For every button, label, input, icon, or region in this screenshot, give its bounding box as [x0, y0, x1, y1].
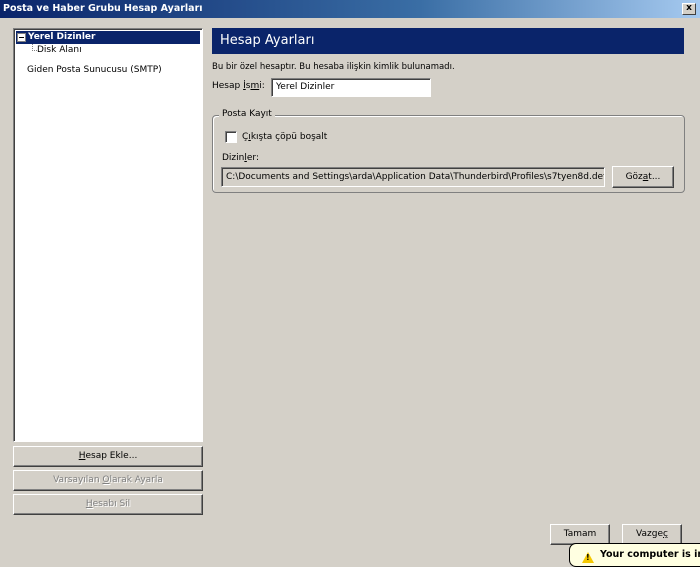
tree-item-label: Disk Alanı — [37, 45, 82, 55]
label-part: kışta çöpü boşalt — [250, 132, 328, 142]
label-part: i: — [259, 81, 265, 91]
label-part: Dizin — [222, 153, 245, 163]
label-part: Hesap — [212, 81, 244, 91]
button-label-part: Göz — [625, 172, 643, 182]
account-tree: Yerel Dizinler Disk Alanı Giden Posta Su… — [13, 28, 203, 442]
button-label-part: t... — [648, 172, 661, 182]
browse-button[interactable]: Gözat... — [612, 166, 674, 188]
info-text: Bu bir özel hesaptır. Bu hesaba ilişkin … — [212, 62, 455, 72]
empty-trash-checkbox[interactable] — [225, 131, 237, 143]
delete-account-button[interactable]: Hesabı Sil — [13, 494, 203, 515]
set-default-button[interactable]: Varsayılan Olarak Ayarla — [13, 470, 203, 491]
button-label-part: Vazge — [636, 529, 663, 539]
cancel-button[interactable]: Vazgeç — [622, 524, 682, 545]
tree-item-disk-space[interactable]: Disk Alanı — [37, 44, 82, 57]
ok-button[interactable]: Tamam — [550, 524, 610, 545]
tree-item-local-folders[interactable]: Yerel Dizinler — [16, 31, 200, 44]
add-account-button[interactable]: Hesap Ekle... — [13, 446, 203, 467]
collapse-icon[interactable] — [17, 33, 26, 42]
group-title: Posta Kayıt — [219, 109, 275, 119]
tree-item-smtp[interactable]: Giden Posta Sunucusu (SMTP) — [27, 64, 162, 77]
tree-item-label: Giden Posta Sunucusu (SMTP) — [27, 65, 162, 75]
account-name-input[interactable]: Yerel Dizinler — [271, 78, 431, 97]
page-title: Hesap Ayarları — [212, 28, 684, 54]
title-bar: Posta ve Haber Grubu Hesap Ayarları x — [0, 0, 700, 18]
folder-label: Dizinler: — [222, 153, 259, 163]
button-label-part: Varsayılan — [53, 475, 103, 485]
button-label-part: esabı Sil — [92, 499, 131, 509]
window-title: Posta ve Haber Grubu Hesap Ayarları — [3, 3, 203, 14]
empty-trash-label[interactable]: Çıkışta çöpü boşalt — [242, 132, 327, 142]
folder-path-field[interactable]: C:\Documents and Settings\arda\Applicati… — [221, 167, 605, 187]
account-name-label: Hesap İsmi: — [212, 81, 265, 91]
button-label-accesskey: ç — [663, 529, 668, 539]
button-label-part: esap Ekle... — [85, 451, 138, 461]
close-button[interactable]: x — [682, 3, 696, 15]
button-label-accesskey: H — [85, 499, 93, 509]
account-settings-window: Posta ve Haber Grubu Hesap Ayarları x Ye… — [0, 0, 700, 567]
tree-item-label: Yerel Dizinler — [28, 32, 96, 42]
balloon-text: Your computer is in — [600, 549, 700, 560]
label-part: er: — [246, 153, 259, 163]
label-accesskey: m — [250, 81, 260, 91]
notification-balloon[interactable]: Your computer is in — [569, 543, 700, 567]
button-label-part: larak Ayarla — [109, 475, 163, 485]
close-icon: x — [686, 3, 692, 13]
